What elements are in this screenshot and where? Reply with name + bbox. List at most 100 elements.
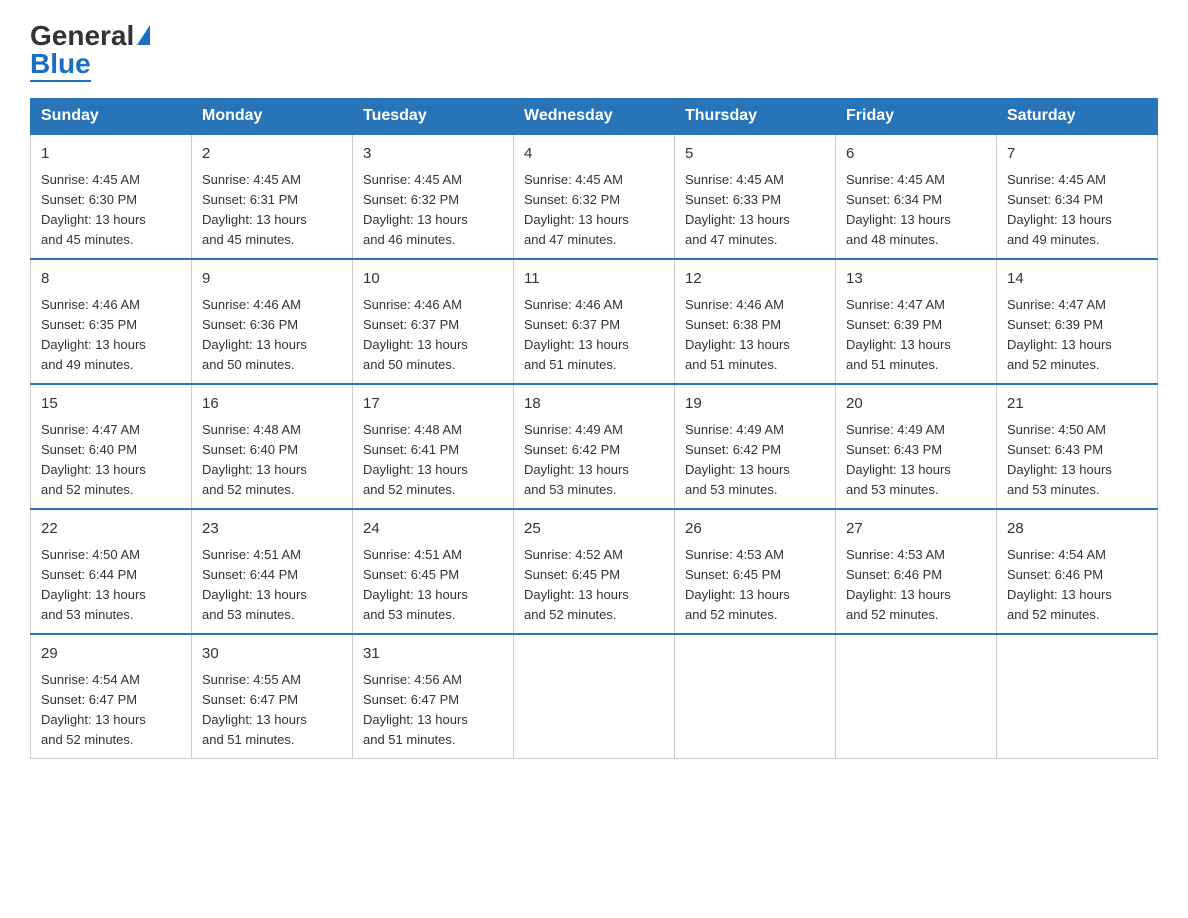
calendar-day-cell: 8 Sunrise: 4:46 AMSunset: 6:35 PMDaylight…	[31, 259, 192, 384]
day-number: 19	[685, 393, 825, 416]
weekday-header-monday: Monday	[192, 99, 353, 135]
calendar-day-cell: 31Sunrise: 4:56 AMSunset: 6:47 PMDayligh…	[353, 634, 514, 759]
day-info: Sunrise: 4:54 AMSunset: 6:47 PMDaylight:…	[41, 670, 181, 751]
day-number: 4	[524, 143, 664, 166]
day-info: Sunrise: 4:47 AMSunset: 6:39 PMDaylight:…	[1007, 295, 1147, 376]
calendar-day-cell: 4 Sunrise: 4:45 AMSunset: 6:32 PMDaylight…	[514, 134, 675, 259]
calendar-day-cell: 20 Sunrise: 4:49 AMSunset: 6:43 PMDayligh…	[836, 384, 997, 509]
calendar-day-cell: 9 Sunrise: 4:46 AMSunset: 6:36 PMDaylight…	[192, 259, 353, 384]
calendar-day-cell: 3 Sunrise: 4:45 AMSunset: 6:32 PMDaylight…	[353, 134, 514, 259]
calendar-day-cell: 1Sunrise: 4:45 AMSunset: 6:30 PMDaylight…	[31, 134, 192, 259]
day-info: Sunrise: 4:51 AMSunset: 6:45 PMDaylight:…	[363, 545, 503, 626]
calendar-day-cell	[997, 634, 1158, 759]
calendar-day-cell: 18 Sunrise: 4:49 AMSunset: 6:42 PMDayligh…	[514, 384, 675, 509]
calendar-day-cell: 13Sunrise: 4:47 AMSunset: 6:39 PMDayligh…	[836, 259, 997, 384]
calendar-week-row: 8 Sunrise: 4:46 AMSunset: 6:35 PMDaylight…	[31, 259, 1158, 384]
day-info: Sunrise: 4:53 AMSunset: 6:46 PMDaylight:…	[846, 545, 986, 626]
calendar-day-cell	[514, 634, 675, 759]
day-info: Sunrise: 4:45 AMSunset: 6:33 PMDaylight:…	[685, 170, 825, 251]
day-number: 20	[846, 393, 986, 416]
calendar-day-cell: 23Sunrise: 4:51 AMSunset: 6:44 PMDayligh…	[192, 509, 353, 634]
day-info: Sunrise: 4:46 AMSunset: 6:37 PMDaylight:…	[524, 295, 664, 376]
logo: General Blue	[30, 20, 150, 80]
day-number: 2	[202, 143, 342, 166]
calendar-day-cell: 26Sunrise: 4:53 AMSunset: 6:45 PMDayligh…	[675, 509, 836, 634]
day-number: 25	[524, 518, 664, 541]
day-number: 11	[524, 268, 664, 291]
day-info: Sunrise: 4:46 AMSunset: 6:38 PMDaylight:…	[685, 295, 825, 376]
calendar-day-cell: 27 Sunrise: 4:53 AMSunset: 6:46 PMDayligh…	[836, 509, 997, 634]
day-info: Sunrise: 4:45 AMSunset: 6:31 PMDaylight:…	[202, 170, 342, 251]
day-number: 9	[202, 268, 342, 291]
logo-blue-text: Blue	[30, 48, 91, 82]
weekday-header-saturday: Saturday	[997, 99, 1158, 135]
calendar-day-cell: 21 Sunrise: 4:50 AMSunset: 6:43 PMDayligh…	[997, 384, 1158, 509]
day-info: Sunrise: 4:46 AMSunset: 6:35 PMDaylight:…	[41, 295, 181, 376]
day-number: 15	[41, 393, 181, 416]
calendar-week-row: 1Sunrise: 4:45 AMSunset: 6:30 PMDaylight…	[31, 134, 1158, 259]
day-number: 8	[41, 268, 181, 291]
day-number: 16	[202, 393, 342, 416]
weekday-header-friday: Friday	[836, 99, 997, 135]
logo-blue-row: Blue	[30, 48, 91, 80]
calendar-day-cell: 7Sunrise: 4:45 AMSunset: 6:34 PMDaylight…	[997, 134, 1158, 259]
day-info: Sunrise: 4:45 AMSunset: 6:32 PMDaylight:…	[524, 170, 664, 251]
day-info: Sunrise: 4:50 AMSunset: 6:44 PMDaylight:…	[41, 545, 181, 626]
day-number: 27	[846, 518, 986, 541]
calendar-day-cell: 28Sunrise: 4:54 AMSunset: 6:46 PMDayligh…	[997, 509, 1158, 634]
day-number: 28	[1007, 518, 1147, 541]
day-number: 10	[363, 268, 503, 291]
day-number: 12	[685, 268, 825, 291]
day-number: 14	[1007, 268, 1147, 291]
day-info: Sunrise: 4:45 AMSunset: 6:32 PMDaylight:…	[363, 170, 503, 251]
calendar-day-cell: 30 Sunrise: 4:55 AMSunset: 6:47 PMDayligh…	[192, 634, 353, 759]
day-info: Sunrise: 4:49 AMSunset: 6:43 PMDaylight:…	[846, 420, 986, 501]
day-number: 30	[202, 643, 342, 666]
calendar-day-cell: 11 Sunrise: 4:46 AMSunset: 6:37 PMDayligh…	[514, 259, 675, 384]
day-info: Sunrise: 4:45 AMSunset: 6:34 PMDaylight:…	[1007, 170, 1147, 251]
calendar-day-cell: 6 Sunrise: 4:45 AMSunset: 6:34 PMDaylight…	[836, 134, 997, 259]
weekday-header-wednesday: Wednesday	[514, 99, 675, 135]
weekday-header-tuesday: Tuesday	[353, 99, 514, 135]
day-info: Sunrise: 4:50 AMSunset: 6:43 PMDaylight:…	[1007, 420, 1147, 501]
day-info: Sunrise: 4:46 AMSunset: 6:37 PMDaylight:…	[363, 295, 503, 376]
calendar-week-row: 29 Sunrise: 4:54 AMSunset: 6:47 PMDayligh…	[31, 634, 1158, 759]
day-info: Sunrise: 4:53 AMSunset: 6:45 PMDaylight:…	[685, 545, 825, 626]
weekday-header-thursday: Thursday	[675, 99, 836, 135]
calendar-week-row: 22 Sunrise: 4:50 AMSunset: 6:44 PMDayligh…	[31, 509, 1158, 634]
day-number: 5	[685, 143, 825, 166]
calendar-day-cell: 22 Sunrise: 4:50 AMSunset: 6:44 PMDayligh…	[31, 509, 192, 634]
day-number: 13	[846, 268, 986, 291]
calendar-day-cell: 17Sunrise: 4:48 AMSunset: 6:41 PMDayligh…	[353, 384, 514, 509]
day-number: 3	[363, 143, 503, 166]
day-number: 1	[41, 143, 181, 166]
calendar-table: SundayMondayTuesdayWednesdayThursdayFrid…	[30, 98, 1158, 759]
day-number: 29	[41, 643, 181, 666]
day-number: 6	[846, 143, 986, 166]
calendar-day-cell: 19Sunrise: 4:49 AMSunset: 6:42 PMDayligh…	[675, 384, 836, 509]
day-number: 24	[363, 518, 503, 541]
day-number: 22	[41, 518, 181, 541]
day-info: Sunrise: 4:49 AMSunset: 6:42 PMDaylight:…	[524, 420, 664, 501]
day-info: Sunrise: 4:47 AMSunset: 6:40 PMDaylight:…	[41, 420, 181, 501]
calendar-day-cell: 24 Sunrise: 4:51 AMSunset: 6:45 PMDayligh…	[353, 509, 514, 634]
calendar-day-cell: 12 Sunrise: 4:46 AMSunset: 6:38 PMDayligh…	[675, 259, 836, 384]
weekday-header-row: SundayMondayTuesdayWednesdayThursdayFrid…	[31, 99, 1158, 135]
day-number: 17	[363, 393, 503, 416]
day-number: 18	[524, 393, 664, 416]
day-info: Sunrise: 4:46 AMSunset: 6:36 PMDaylight:…	[202, 295, 342, 376]
day-info: Sunrise: 4:56 AMSunset: 6:47 PMDaylight:…	[363, 670, 503, 751]
calendar-day-cell: 15 Sunrise: 4:47 AMSunset: 6:40 PMDayligh…	[31, 384, 192, 509]
day-info: Sunrise: 4:45 AMSunset: 6:34 PMDaylight:…	[846, 170, 986, 251]
calendar-day-cell: 14 Sunrise: 4:47 AMSunset: 6:39 PMDayligh…	[997, 259, 1158, 384]
page-header: General Blue	[30, 20, 1158, 80]
day-info: Sunrise: 4:55 AMSunset: 6:47 PMDaylight:…	[202, 670, 342, 751]
calendar-day-cell: 16 Sunrise: 4:48 AMSunset: 6:40 PMDayligh…	[192, 384, 353, 509]
calendar-day-cell: 2 Sunrise: 4:45 AMSunset: 6:31 PMDaylight…	[192, 134, 353, 259]
calendar-day-cell: 29 Sunrise: 4:54 AMSunset: 6:47 PMDayligh…	[31, 634, 192, 759]
day-number: 21	[1007, 393, 1147, 416]
weekday-header-sunday: Sunday	[31, 99, 192, 135]
day-info: Sunrise: 4:48 AMSunset: 6:40 PMDaylight:…	[202, 420, 342, 501]
calendar-week-row: 15 Sunrise: 4:47 AMSunset: 6:40 PMDayligh…	[31, 384, 1158, 509]
calendar-day-cell: 10 Sunrise: 4:46 AMSunset: 6:37 PMDayligh…	[353, 259, 514, 384]
